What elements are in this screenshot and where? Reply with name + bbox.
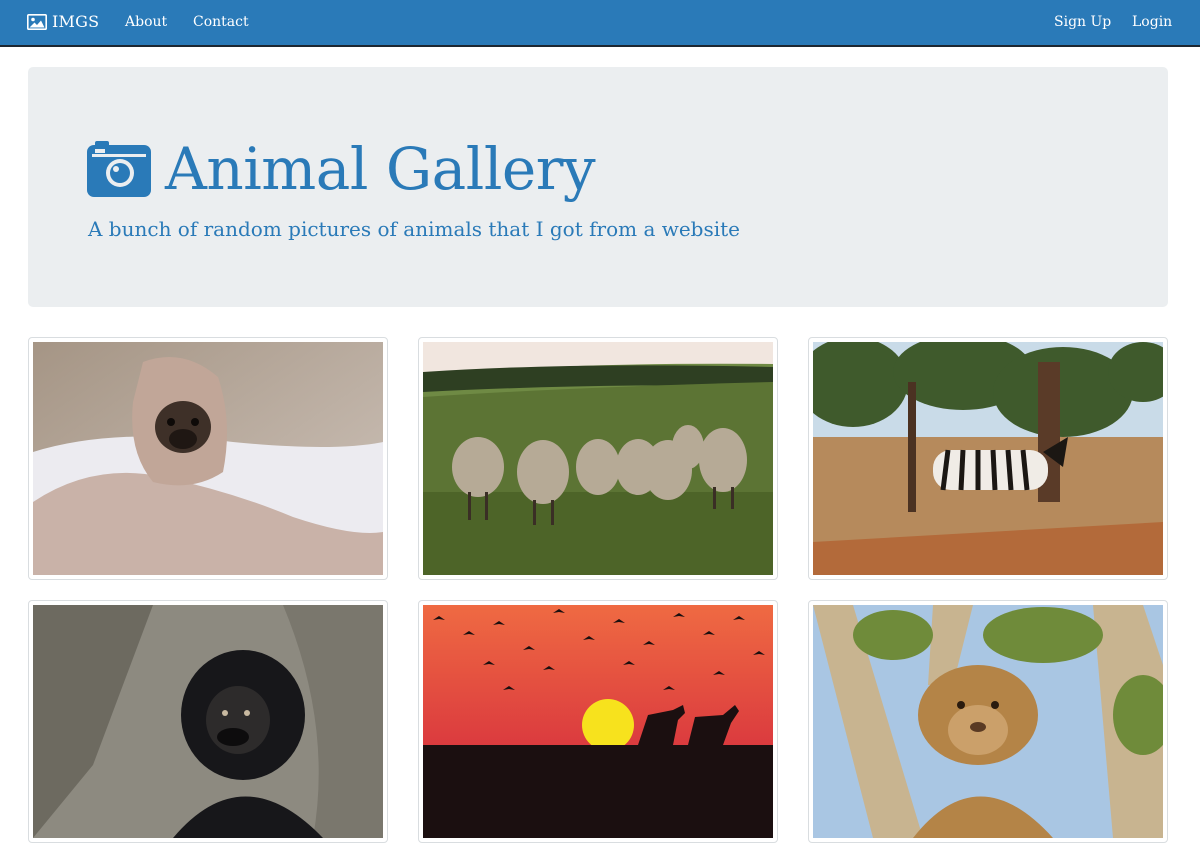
brand-link[interactable]: IMGS bbox=[27, 12, 99, 31]
gallery-item[interactable] bbox=[28, 600, 388, 843]
gallery-item[interactable] bbox=[28, 337, 388, 580]
navbar: IMGS About Contact Sign Up Login bbox=[0, 0, 1200, 47]
zebra-photo[interactable] bbox=[813, 342, 1163, 575]
gorilla-photo[interactable] bbox=[33, 605, 383, 838]
gallery-item[interactable] bbox=[418, 337, 778, 580]
camera-icon bbox=[87, 141, 151, 197]
nav-signup-link[interactable]: Sign Up bbox=[1054, 14, 1111, 30]
nav-about-link[interactable]: About bbox=[125, 14, 167, 30]
gallery-item[interactable] bbox=[808, 337, 1168, 580]
image-icon bbox=[27, 13, 47, 30]
nav-contact-link[interactable]: Contact bbox=[193, 14, 249, 30]
sunset-photo[interactable] bbox=[423, 605, 773, 838]
jumbotron: Animal Gallery A bunch of random picture… bbox=[28, 67, 1168, 307]
title-text: Animal Gallery bbox=[165, 135, 596, 203]
sheep-photo[interactable] bbox=[423, 342, 773, 575]
gallery-item[interactable] bbox=[418, 600, 778, 843]
nav-login-link[interactable]: Login bbox=[1132, 14, 1172, 30]
pug-photo[interactable] bbox=[33, 342, 383, 575]
page-title: Animal Gallery bbox=[87, 135, 596, 203]
brand-name: IMGS bbox=[52, 12, 100, 31]
gallery-item[interactable] bbox=[808, 600, 1168, 843]
page-subtitle: A bunch of random pictures of animals th… bbox=[88, 217, 741, 241]
lioness-photo[interactable] bbox=[813, 605, 1163, 838]
